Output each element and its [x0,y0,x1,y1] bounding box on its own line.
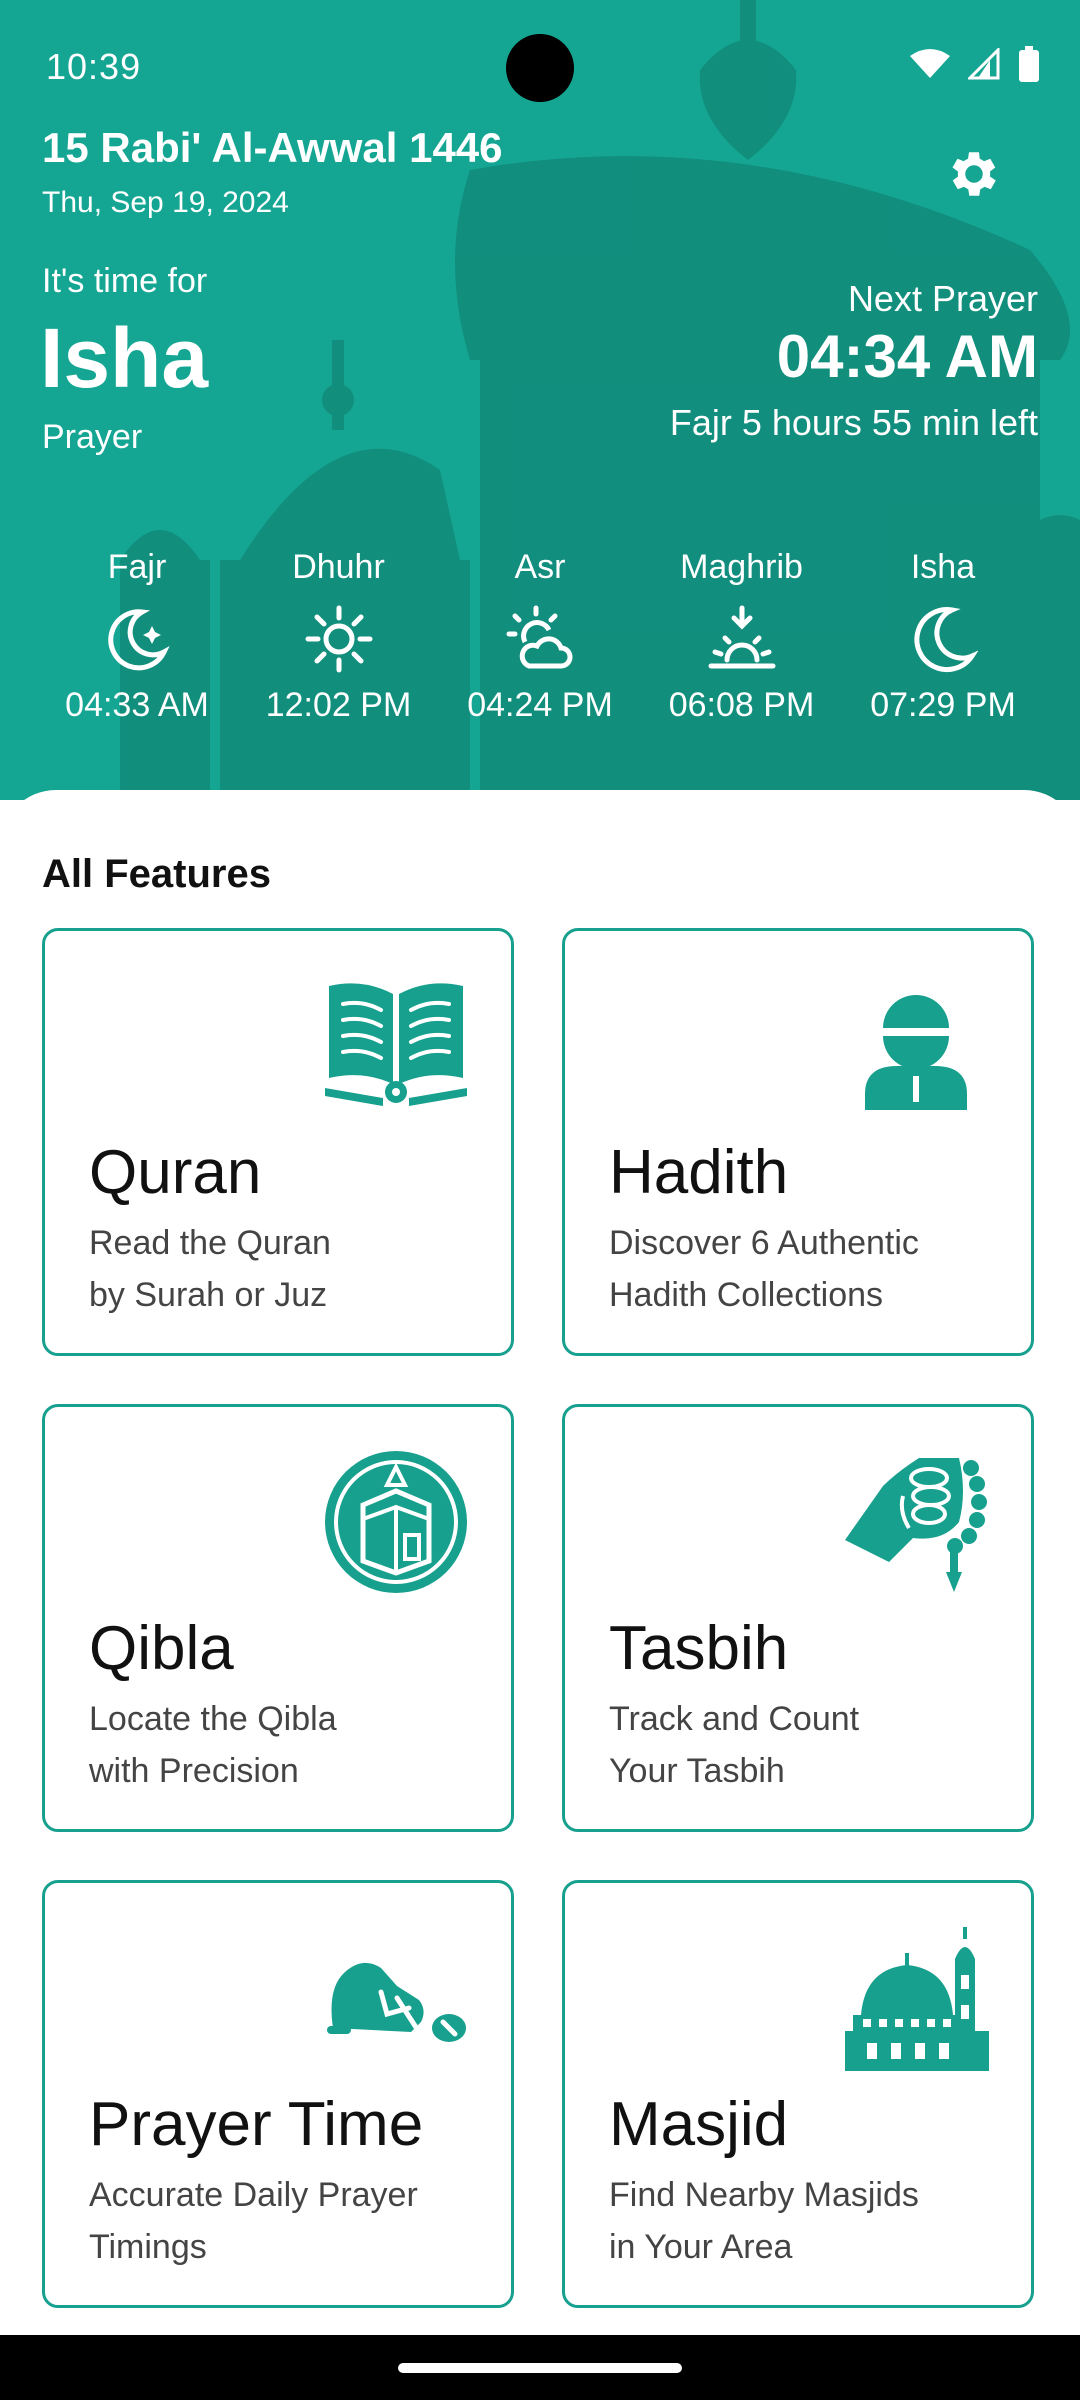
feature-card-hadith[interactable]: Hadith Discover 6 Authentic Hadith Colle… [562,928,1034,1356]
crescent-moon-icon [914,607,978,673]
quran-book-icon [325,983,467,1106]
current-prayer-label: Prayer [42,418,143,456]
feature-card-tasbih[interactable]: Tasbih Track and Count Your Tasbih [562,1404,1034,1832]
prayer-fajr: Fajr 04:33 AM [42,548,232,768]
home-gesture-handle[interactable] [398,2363,682,2373]
battery-icon [1019,46,1039,82]
card-description-line: Locate the Qibla [89,1700,337,1738]
card-description-line: Read the Quran [89,1224,331,1262]
feature-card-masjid[interactable]: Masjid Find Nearby Masjids in Your Area [562,1880,1034,2308]
camera-cutout [506,34,574,102]
prayer-name: Isha [910,548,976,586]
sunset-icon [708,605,775,669]
scholar-icon [865,995,967,1110]
prayer-dhuhr: Dhuhr 12:02 PM [244,548,434,768]
feature-card-qibla[interactable]: Qibla Locate the Qibla with Precision [42,1404,514,1832]
prayer-time: 12:02 PM [265,686,412,724]
prayer-name: Fajr [107,548,167,586]
card-description-line: Accurate Daily Prayer [89,2176,418,2214]
card-description-line: Track and Count [609,1700,860,1738]
card-description-line: Find Nearby Masjids [609,2176,919,2214]
card-description: Discover 6 Authentic Hadith Collections [609,1217,1009,1321]
status-bar: 10:39 [0,0,1080,140]
prayer-asr: Asr 04:24 PM [445,548,635,768]
card-description-line: with Precision [89,1752,299,1790]
prayer-name: Asr [514,548,566,586]
card-title: Qibla [89,1614,234,1683]
gear-icon[interactable] [944,144,1004,204]
feature-card-quran[interactable]: Quran Read the Quran by Surah or Juz [42,928,514,1356]
signal-icon [968,48,1000,80]
card-title: Hadith [609,1138,789,1207]
card-description-line: Timings [89,2228,207,2266]
prayer-maghrib: Maghrib 06:08 PM [647,548,837,768]
moon-star-icon [108,609,170,671]
card-description-line: by Surah or Juz [89,1276,328,1314]
header: 10:39 15 Rabi' Al-Awwal 1446 Thu, Sep 19… [0,0,1080,800]
prayer-name: Dhuhr [292,548,385,586]
status-icons [910,44,1040,84]
card-description-line: Hadith Collections [609,1276,884,1314]
next-prayer-label: Next Prayer [847,278,1038,319]
prayer-isha: Isha 07:29 PM [848,548,1038,768]
card-description: Accurate Daily Prayer Timings [89,2169,489,2273]
card-description: Find Nearby Masjids in Your Area [609,2169,1009,2273]
card-title: Masjid [609,2090,789,2159]
feature-card-prayer-time[interactable]: Prayer Time Accurate Daily Prayer Timing… [42,1880,514,2308]
sun-cloud-icon [506,605,573,669]
prostration-icon [327,1962,466,2042]
mosque-icon [845,1927,989,2071]
prayer-time: 04:33 AM [65,686,209,724]
prayer-name: Maghrib [680,548,803,586]
card-description-line: Your Tasbih [609,1752,785,1790]
card-description-line: in Your Area [609,2228,793,2266]
card-description: Locate the Qibla with Precision [89,1693,489,1797]
kaaba-compass-icon [325,1451,467,1593]
card-description-line: Discover 6 Authentic [609,1224,919,1262]
card-title: Prayer Time [89,2090,424,2159]
its-time-for-label: It's time for [42,262,208,300]
prayer-time: 04:24 PM [467,686,613,724]
tasbih-hand-icon [845,1458,987,1592]
features-panel: All Features Quran Read the Quran by Sur… [0,790,1080,2335]
hijri-date: 15 Rabi' Al-Awwal 1446 [42,124,503,171]
section-title: All Features [42,852,271,896]
prayer-times-row: Fajr 04:33 AM Dhuhr 12:02 PM Asr 04:24 P… [42,548,1038,768]
next-prayer-time: 04:34 AM [776,323,1038,390]
status-time: 10:39 [46,46,142,87]
card-description: Track and Count Your Tasbih [609,1693,1009,1797]
wifi-icon [910,49,950,78]
current-prayer-name: Isha [40,311,209,405]
next-prayer-countdown: Fajr 5 hours 55 min left [669,402,1038,443]
gregorian-date: Thu, Sep 19, 2024 [42,186,289,219]
sun-icon [305,605,372,673]
card-title: Quran [89,1138,262,1207]
card-title: Tasbih [609,1614,789,1683]
prayer-time: 06:08 PM [668,686,815,724]
prayer-time: 07:29 PM [870,686,1016,724]
card-description: Read the Quran by Surah or Juz [89,1217,489,1321]
